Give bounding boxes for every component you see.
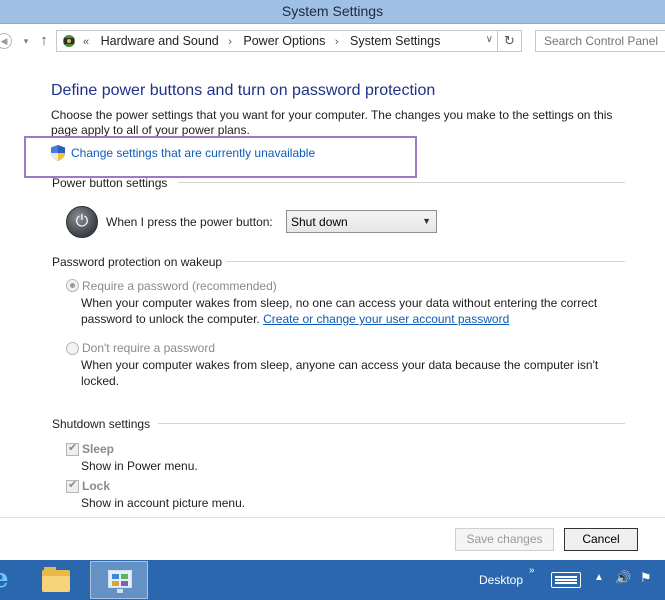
- control-panel-taskbar-button[interactable]: [90, 561, 148, 599]
- lock-description: Show in account picture menu.: [81, 496, 246, 510]
- show-hidden-icons-icon[interactable]: ▲: [594, 572, 604, 583]
- uac-shield-icon: [51, 145, 65, 161]
- address-row: ◀ ▾ ↑ « Hardware and Sound › Power Optio…: [0, 24, 665, 58]
- control-panel-icon: [108, 570, 132, 588]
- address-bar[interactable]: « Hardware and Sound › Power Options › S…: [56, 30, 522, 52]
- breadcrumb: « Hardware and Sound › Power Options › S…: [83, 34, 446, 48]
- toolbar-expand-icon[interactable]: »: [529, 565, 535, 576]
- breadcrumb-overflow[interactable]: «: [83, 36, 89, 48]
- action-center-flag-icon[interactable]: ⚑: [640, 570, 652, 586]
- search-box[interactable]: [535, 30, 665, 52]
- control-panel-icon: [63, 35, 75, 47]
- taskbar: e Desktop » ▲ 🔊 ⚑: [0, 560, 665, 600]
- dont-require-password-description: When your computer wakes from sleep, any…: [81, 358, 599, 388]
- desktop-toolbar-label[interactable]: Desktop: [479, 573, 523, 587]
- change-password-link[interactable]: Create or change your user account passw…: [263, 312, 509, 326]
- power-button-select[interactable]: Shut down ▼: [286, 210, 437, 233]
- power-icon: ⏻: [66, 206, 98, 238]
- change-settings-link[interactable]: Change settings that are currently unava…: [71, 146, 315, 160]
- breadcrumb-separator-icon[interactable]: ›: [335, 36, 339, 48]
- refresh-icon[interactable]: ↻: [497, 31, 521, 51]
- footer-bar: Save changes Cancel: [0, 517, 665, 560]
- shutdown-settings-heading: Shutdown settings: [52, 417, 151, 431]
- dont-require-password-radio[interactable]: [66, 342, 79, 355]
- chevron-down-icon: ▼: [422, 216, 431, 226]
- title-bar[interactable]: System Settings: [0, 0, 665, 24]
- window-title: System Settings: [281, 3, 384, 19]
- speaker-icon[interactable]: 🔊: [615, 570, 631, 586]
- internet-explorer-icon[interactable]: e: [0, 564, 10, 594]
- checkmark-icon: ✔: [68, 442, 78, 454]
- page-title: Define power buttons and turn on passwor…: [51, 82, 436, 99]
- breadcrumb-hardware-and-sound[interactable]: Hardware and Sound: [101, 34, 219, 48]
- power-button-select-value: Shut down: [291, 215, 348, 229]
- intro-text: Choose the power settings that you want …: [51, 108, 613, 137]
- up-arrow-icon[interactable]: ↑: [36, 33, 52, 49]
- section-divider: [158, 423, 625, 424]
- breadcrumb-separator-icon[interactable]: ›: [228, 36, 232, 48]
- dont-require-password-label: Don't require a password: [82, 341, 216, 355]
- back-arrow-icon[interactable]: ◀: [0, 33, 12, 49]
- keyboard-icon[interactable]: [551, 572, 581, 588]
- search-input[interactable]: [536, 31, 665, 51]
- cancel-button[interactable]: Cancel: [564, 528, 638, 551]
- password-protection-heading: Password protection on wakeup: [52, 255, 223, 269]
- save-changes-button[interactable]: Save changes: [455, 528, 554, 551]
- checkmark-icon: ✔: [68, 479, 78, 491]
- power-button-label: When I press the power button:: [106, 215, 273, 229]
- require-password-label: Require a password (recommended): [82, 279, 277, 293]
- require-password-radio[interactable]: [66, 279, 79, 292]
- main-content: Define power buttons and turn on passwor…: [0, 58, 665, 518]
- section-divider: [178, 182, 625, 183]
- require-password-description: When your computer wakes from sleep, no …: [81, 295, 621, 327]
- section-divider: [226, 261, 625, 262]
- lock-label: Lock: [82, 479, 111, 493]
- lock-checkbox[interactable]: ✔: [66, 479, 79, 493]
- breadcrumb-power-options[interactable]: Power Options: [243, 34, 325, 48]
- sleep-label: Sleep: [82, 442, 115, 456]
- breadcrumb-system-settings[interactable]: System Settings: [350, 34, 440, 48]
- address-dropdown-icon[interactable]: ∨: [486, 34, 493, 45]
- recent-pages-chevron-icon[interactable]: ▾: [18, 33, 34, 49]
- sleep-description: Show in Power menu.: [81, 459, 198, 473]
- power-button-settings-heading: Power button settings: [52, 176, 168, 190]
- file-explorer-icon[interactable]: [40, 566, 72, 594]
- sleep-checkbox[interactable]: ✔: [66, 442, 79, 456]
